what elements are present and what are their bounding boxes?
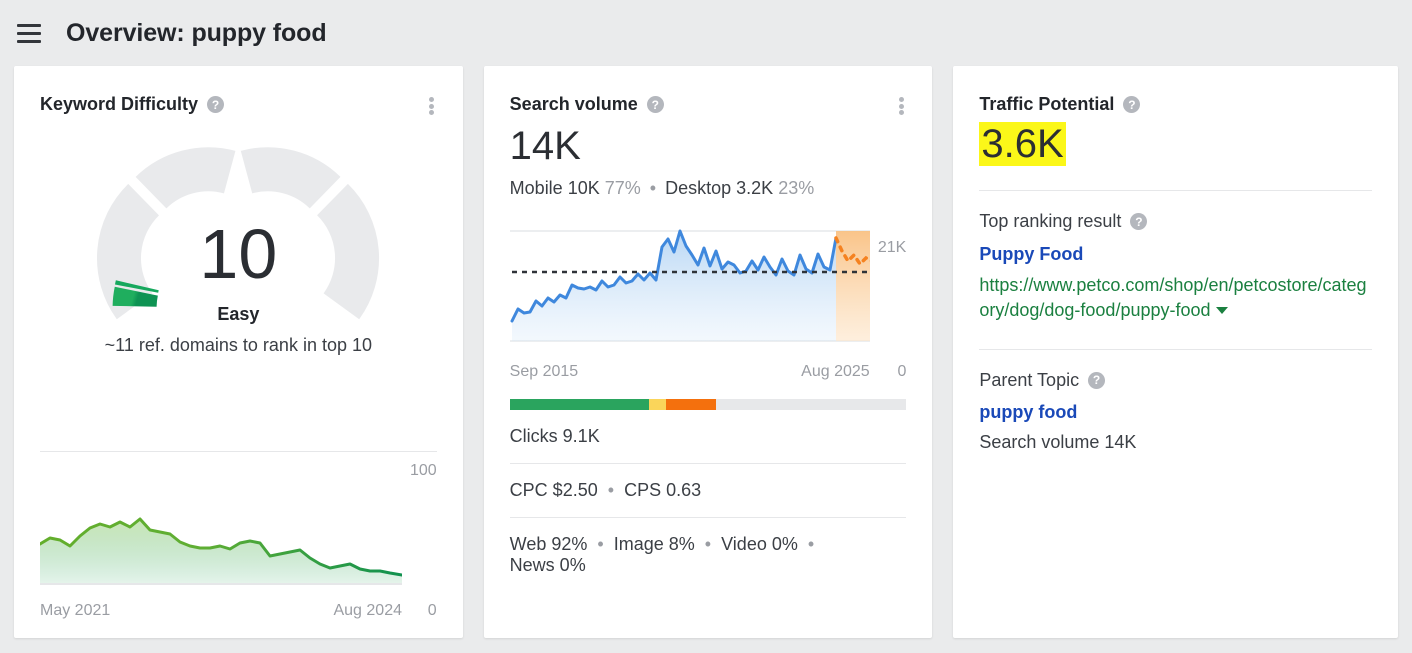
label-text: Top ranking result bbox=[979, 211, 1121, 232]
keyword-difficulty-card: Keyword Difficulty ? bbox=[14, 66, 463, 638]
clicks-row: Clicks 9.1K bbox=[510, 410, 907, 464]
serp-segment-yellow bbox=[649, 399, 667, 410]
card-title: Search volume bbox=[510, 94, 638, 115]
top-ranking-result-title[interactable]: Puppy Food bbox=[979, 244, 1372, 265]
top-ranking-result-label: Top ranking result ? bbox=[979, 211, 1372, 232]
app-header: Overview: puppy food bbox=[0, 0, 1412, 66]
kd-subtext: ~11 ref. domains to rank in top 10 bbox=[14, 335, 463, 356]
kd-history-chart: 100 bbox=[40, 451, 437, 620]
kd-axis-end: Aug 2024 bbox=[333, 602, 402, 620]
desktop-volume: Desktop 3.2K bbox=[665, 178, 773, 198]
volume-axis-end: Aug 2025 bbox=[801, 363, 870, 381]
help-icon[interactable]: ? bbox=[1088, 372, 1105, 389]
help-icon[interactable]: ? bbox=[207, 96, 224, 113]
more-options-icon[interactable] bbox=[423, 95, 441, 117]
mobile-percent: 77% bbox=[605, 178, 641, 198]
card-header: Search volume ? bbox=[484, 66, 933, 115]
separator-dot: • bbox=[650, 178, 656, 198]
divider bbox=[40, 451, 437, 452]
more-options-icon[interactable] bbox=[892, 95, 910, 117]
card-header: Traffic Potential ? bbox=[953, 66, 1398, 115]
search-volume-plot bbox=[510, 217, 870, 357]
parent-topic-label: Parent Topic ? bbox=[979, 370, 1372, 391]
traffic-potential-card: Traffic Potential ? 3.6K Top ranking res… bbox=[953, 66, 1398, 638]
hamburger-icon[interactable] bbox=[14, 18, 44, 48]
serp-features-row: Web 92% • Image 8% • Video 0% • News 0% bbox=[510, 518, 907, 592]
label-text: Parent Topic bbox=[979, 370, 1079, 391]
parent-topic-section: Parent Topic ? puppy food Search volume … bbox=[953, 350, 1398, 453]
help-icon[interactable]: ? bbox=[1130, 213, 1147, 230]
card-header: Keyword Difficulty ? bbox=[14, 66, 463, 115]
search-volume-chart: 21K bbox=[510, 217, 907, 381]
overview-cards: Keyword Difficulty ? bbox=[0, 66, 1412, 638]
kebab-dot bbox=[899, 110, 904, 115]
video-share: Video 0% bbox=[721, 534, 798, 554]
separator-dot: • bbox=[808, 534, 814, 554]
kd-axis-max: 100 bbox=[410, 462, 437, 480]
separator-dot: • bbox=[597, 534, 603, 554]
top-ranking-result-url[interactable]: https://www.petco.com/shop/en/petcostore… bbox=[979, 273, 1371, 323]
kebab-dot bbox=[899, 104, 904, 109]
kebab-dot bbox=[429, 97, 434, 102]
kd-history-plot bbox=[40, 482, 402, 592]
web-share: Web 92% bbox=[510, 534, 588, 554]
kd-label: Easy bbox=[14, 304, 463, 325]
traffic-potential-value-wrap: 3.6K bbox=[953, 115, 1398, 168]
card-title: Keyword Difficulty bbox=[40, 94, 198, 115]
serp-segment-orange bbox=[666, 399, 716, 410]
chevron-down-icon[interactable] bbox=[1216, 307, 1228, 314]
volume-axis-min: 0 bbox=[897, 363, 906, 381]
volume-axis-start: Sep 2015 bbox=[510, 363, 579, 381]
top-ranking-result-section: Top ranking result ? Puppy Food https://… bbox=[953, 191, 1398, 323]
card-title: Traffic Potential bbox=[979, 94, 1114, 115]
cpc-cps-row: CPC $2.50 • CPS 0.63 bbox=[510, 464, 907, 518]
desktop-percent: 23% bbox=[778, 178, 814, 198]
serp-segment-gray bbox=[716, 399, 906, 410]
help-icon[interactable]: ? bbox=[1123, 96, 1140, 113]
search-volume-card: Search volume ? 14K Mobile 10K 77% • Des… bbox=[484, 66, 933, 638]
kd-axis-start: May 2021 bbox=[40, 602, 110, 620]
image-share: Image 8% bbox=[614, 534, 695, 554]
volume-axis-max: 21K bbox=[878, 239, 906, 257]
device-split: Mobile 10K 77% • Desktop 3.2K 23% bbox=[484, 169, 933, 199]
page-title: Overview: puppy food bbox=[66, 19, 327, 48]
help-icon[interactable]: ? bbox=[647, 96, 664, 113]
traffic-potential-value: 3.6K bbox=[979, 122, 1065, 166]
kd-axis-min: 0 bbox=[428, 602, 437, 620]
kebab-dot bbox=[429, 104, 434, 109]
url-text: https://www.petco.com/shop/en/petcostore… bbox=[979, 275, 1366, 320]
hamburger-bar bbox=[17, 24, 41, 27]
mobile-volume: Mobile 10K bbox=[510, 178, 600, 198]
kd-score: 10 bbox=[14, 219, 463, 289]
cpc-value: CPC $2.50 bbox=[510, 480, 598, 500]
parent-topic-volume: Search volume 14K bbox=[979, 432, 1372, 453]
kebab-dot bbox=[899, 97, 904, 102]
news-share: News 0% bbox=[510, 555, 586, 575]
serp-segment-green bbox=[510, 399, 649, 410]
kebab-dot bbox=[429, 110, 434, 115]
cps-value: CPS 0.63 bbox=[624, 480, 701, 500]
hamburger-bar bbox=[17, 40, 41, 43]
serp-distribution-bar bbox=[510, 399, 907, 410]
search-volume-value: 14K bbox=[484, 115, 933, 169]
kd-gauge: 10 Easy ~11 ref. domains to rank in top … bbox=[14, 125, 463, 395]
separator-dot: • bbox=[608, 480, 614, 500]
separator-dot: • bbox=[705, 534, 711, 554]
parent-topic-link[interactable]: puppy food bbox=[979, 402, 1372, 423]
hamburger-bar bbox=[17, 32, 41, 35]
